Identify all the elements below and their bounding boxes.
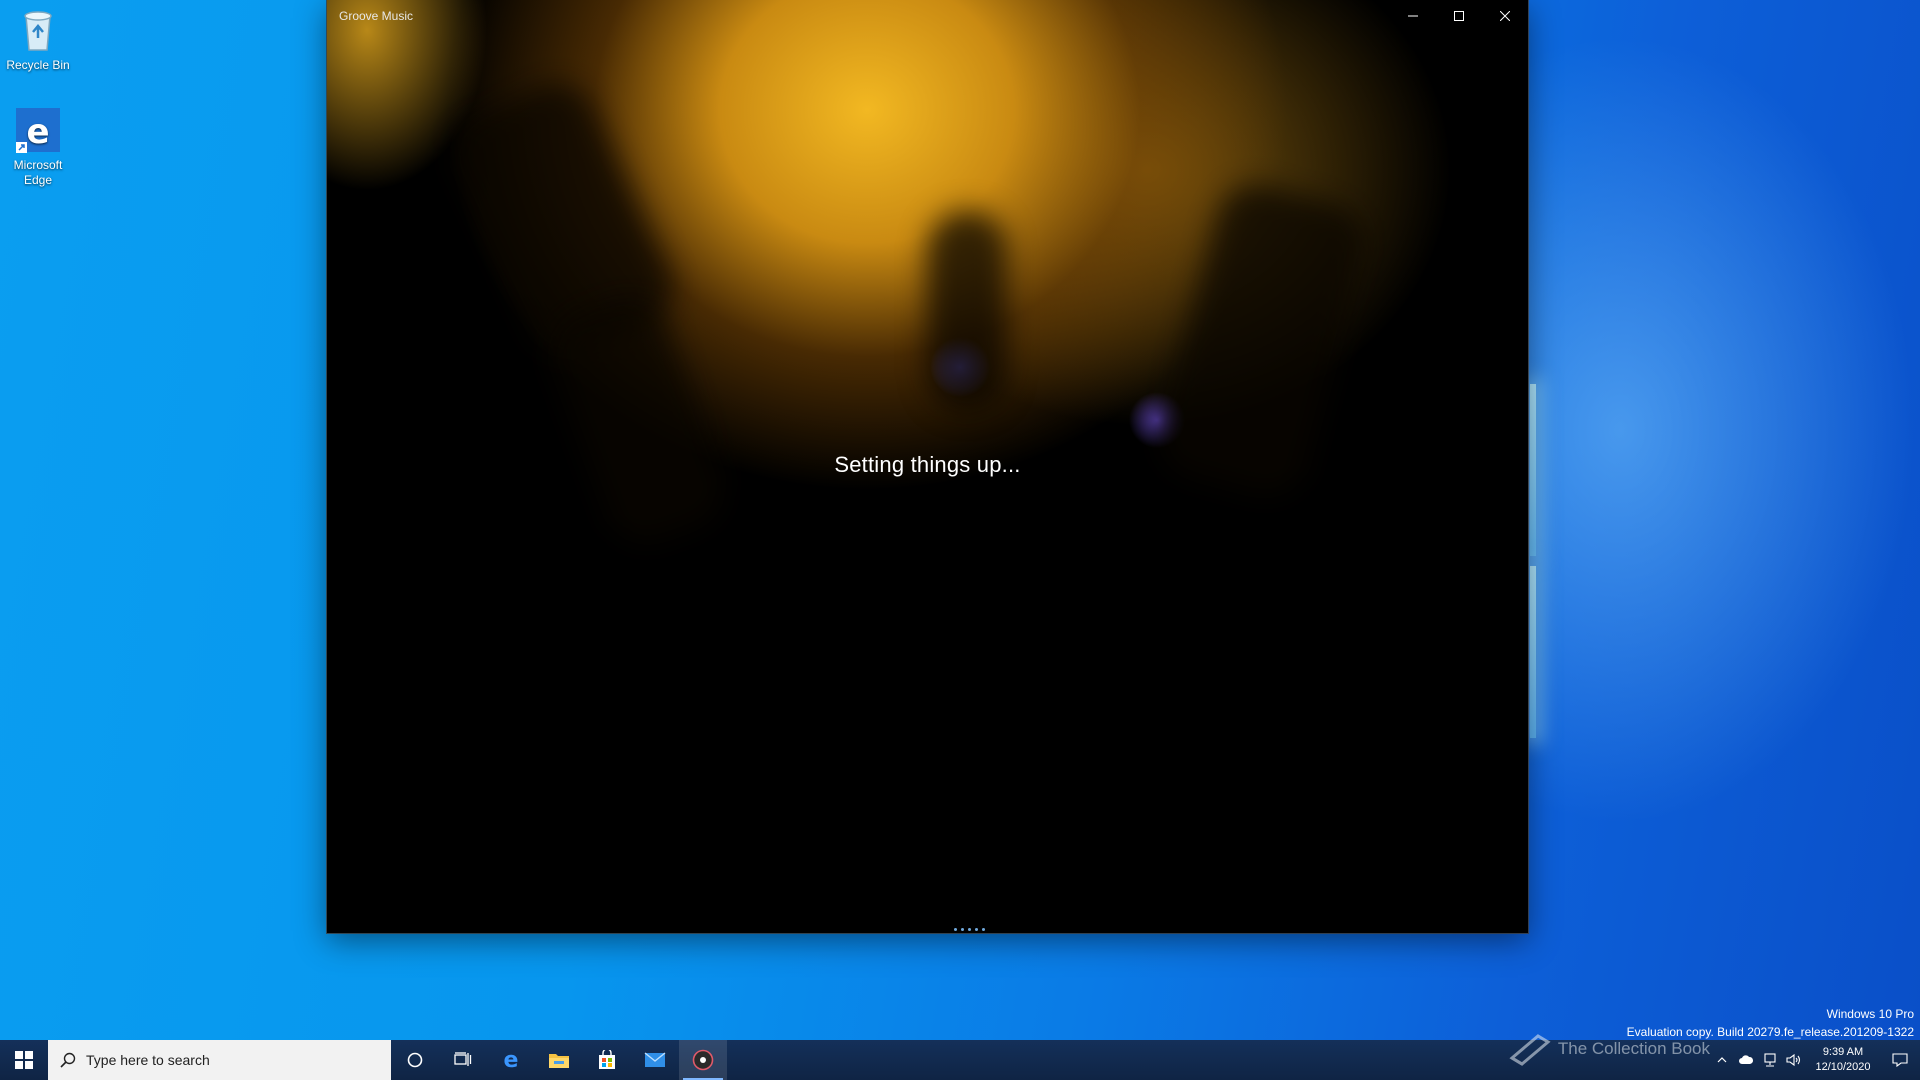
edge-icon: e	[504, 1049, 519, 1071]
search-icon	[60, 1052, 76, 1068]
tray-volume[interactable]	[1782, 1040, 1806, 1080]
taskbar-edge-button[interactable]: e	[487, 1040, 535, 1080]
setup-status-text: Setting things up...	[834, 452, 1021, 477]
book-icon	[1509, 1034, 1551, 1066]
taskbar-store-button[interactable]	[583, 1040, 631, 1080]
windows-logo-fragment	[1530, 566, 1536, 738]
desktop-icon-microsoft-edge[interactable]: e Microsoft Edge	[0, 106, 76, 188]
recycle-bin-icon	[14, 6, 62, 54]
store-icon	[599, 1050, 615, 1069]
taskbar-file-explorer-button[interactable]	[535, 1040, 583, 1080]
desktop-icon-label: Microsoft Edge	[13, 158, 63, 187]
groove-music-window[interactable]: Groove Music Setting things up...	[327, 0, 1528, 933]
taskbar-mail-button[interactable]	[631, 1040, 679, 1080]
clock-date: 12/10/2020	[1815, 1061, 1871, 1073]
maximize-button[interactable]	[1436, 0, 1482, 32]
close-icon	[1500, 11, 1510, 21]
tray-overflow-button[interactable]	[1710, 1040, 1734, 1080]
overlay-watermark-logo: The Collection Book	[1508, 1032, 1710, 1066]
groove-music-icon	[692, 1049, 714, 1071]
taskbar-groove-music-button[interactable]	[679, 1040, 727, 1080]
start-icon	[15, 1051, 33, 1069]
start-button[interactable]	[0, 1040, 48, 1080]
task-view-icon	[454, 1052, 472, 1066]
taskbar-clock[interactable]: 9:39 AM 12/10/2020	[1806, 1045, 1880, 1075]
svg-text:e: e	[26, 112, 49, 152]
taskbar-search-box[interactable]: Type here to search	[48, 1040, 391, 1080]
window-title: Groove Music	[339, 9, 414, 23]
minimize-button[interactable]	[1390, 0, 1436, 32]
search-placeholder: Type here to search	[86, 1052, 210, 1068]
cloud-icon	[1739, 1055, 1754, 1064]
minimize-icon	[1408, 15, 1418, 17]
svg-text:e: e	[504, 1049, 519, 1071]
network-icon	[1764, 1053, 1776, 1067]
close-button[interactable]	[1482, 0, 1528, 32]
tray-onedrive[interactable]	[1734, 1040, 1758, 1080]
task-view-button[interactable]	[439, 1040, 487, 1080]
desktop-icon-recycle-bin[interactable]: Recycle Bin	[0, 6, 76, 73]
mail-icon	[644, 1052, 666, 1067]
loading-progress-dots	[954, 928, 985, 931]
action-center-button[interactable]	[1880, 1040, 1920, 1080]
volume-icon	[1786, 1053, 1801, 1067]
background-shape	[927, 210, 1007, 410]
desktop-icon-label: Recycle Bin	[6, 58, 70, 72]
title-bar[interactable]: Groove Music	[327, 0, 1528, 32]
cortana-icon	[407, 1052, 423, 1068]
file-explorer-icon	[549, 1054, 569, 1068]
system-tray: 9:39 AM 12/10/2020	[1710, 1040, 1920, 1080]
tray-network[interactable]	[1758, 1040, 1782, 1080]
notification-icon	[1892, 1053, 1908, 1067]
windows-logo-fragment	[1530, 384, 1536, 556]
watermark-edition: Windows 10 Pro	[1826, 1007, 1914, 1021]
cortana-button[interactable]	[391, 1040, 439, 1080]
chevron-up-icon	[1717, 1057, 1727, 1063]
maximize-icon	[1454, 11, 1464, 21]
edge-icon: e	[14, 106, 62, 154]
overlay-watermark-text: The Collection Book	[1557, 1039, 1710, 1058]
clock-time: 9:39 AM	[1822, 1046, 1864, 1058]
